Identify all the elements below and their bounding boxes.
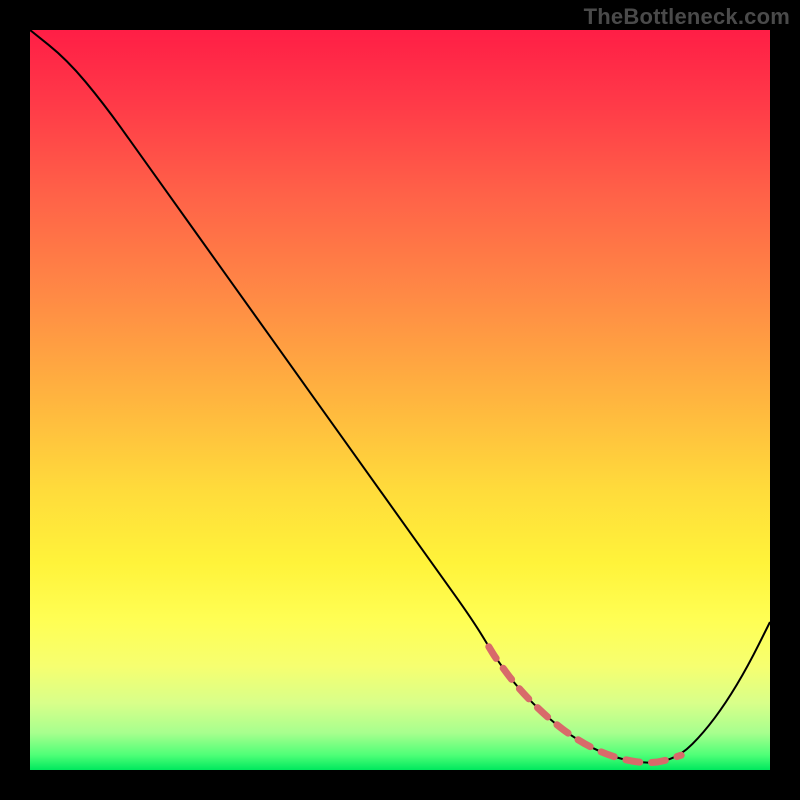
watermark-text: TheBottleneck.com	[584, 4, 790, 30]
bottleneck-highlight	[489, 647, 681, 763]
plot-area	[30, 30, 770, 770]
curve-svg	[30, 30, 770, 770]
bottleneck-curve	[30, 30, 770, 763]
chart-frame: TheBottleneck.com	[0, 0, 800, 800]
